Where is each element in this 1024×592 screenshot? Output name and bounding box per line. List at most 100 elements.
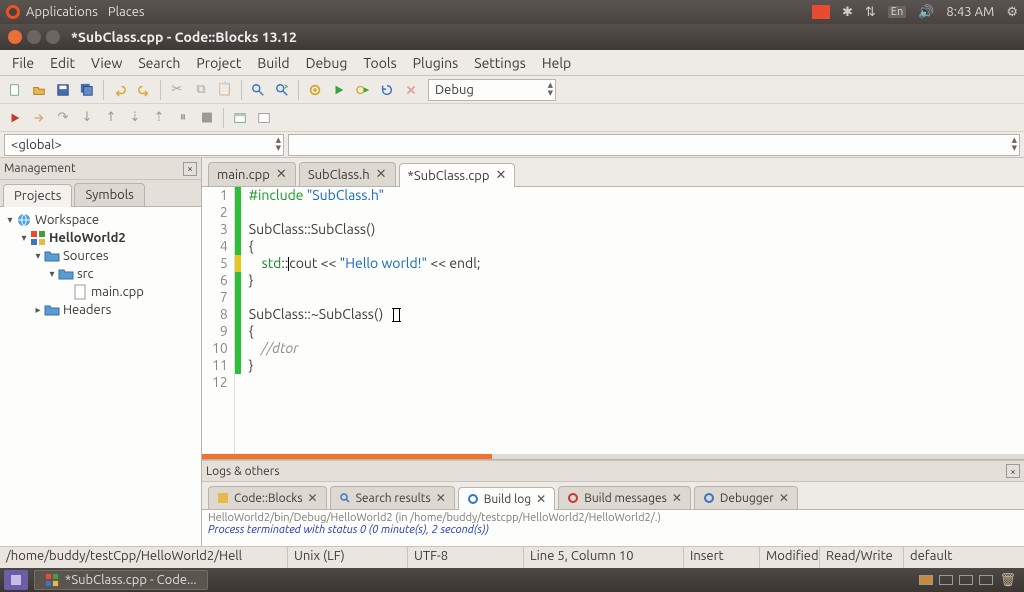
close-icon[interactable]: ✕ — [276, 167, 287, 182]
build-run-button[interactable] — [352, 79, 374, 101]
close-icon[interactable]: ✕ — [779, 491, 789, 505]
tab-subclass-h[interactable]: SubClass.h✕ — [299, 162, 396, 186]
tab-symbols[interactable]: Symbols — [74, 183, 144, 206]
stop-button[interactable]: ■ — [196, 107, 218, 129]
build-log-output[interactable]: HelloWorld2/bin/Debug/HelloWorld2 (in /h… — [202, 510, 1024, 546]
editor-hscroll[interactable] — [202, 454, 1024, 459]
scope-combo[interactable]: <global> ▲▼ — [4, 134, 284, 156]
open-button[interactable] — [28, 79, 50, 101]
info-button[interactable] — [253, 107, 275, 129]
taskbar-task[interactable]: *SubClass.cpp - Code... — [34, 570, 208, 590]
step-into-button[interactable]: ↓ — [76, 107, 98, 129]
project-icon — [30, 230, 46, 246]
break-button[interactable]: ⏸ — [172, 107, 194, 129]
debug-start-button[interactable] — [4, 107, 26, 129]
tab-main-cpp[interactable]: main.cpp✕ — [208, 162, 296, 186]
status-position: Line 5, Column 10 — [524, 547, 684, 568]
step-out-button[interactable]: ↑ — [100, 107, 122, 129]
scrollbar-thumb[interactable] — [202, 454, 492, 459]
status-bar: /home/buddy/testCpp/HelloWorld2/Hell Uni… — [0, 546, 1024, 568]
run-button[interactable] — [328, 79, 350, 101]
logtab-codeblocks[interactable]: Code::Blocks✕ — [208, 486, 327, 509]
main-toolbar: ✂ ⧉ 📋 Debug ▲▼ — [0, 76, 1024, 104]
undo-button[interactable] — [109, 79, 131, 101]
power-icon[interactable]: ⚙ — [1006, 5, 1018, 20]
paste-button[interactable]: 📋 — [214, 79, 236, 101]
build-button[interactable] — [304, 79, 326, 101]
abort-button[interactable] — [400, 79, 422, 101]
codeblocks-icon — [45, 573, 59, 587]
close-icon[interactable]: ✕ — [536, 492, 546, 506]
window-maximize-button[interactable] — [46, 30, 60, 44]
bluetooth-icon[interactable]: ✱ — [842, 5, 853, 20]
rebuild-button[interactable] — [376, 79, 398, 101]
logtab-debugger[interactable]: Debugger✕ — [694, 486, 798, 509]
menu-plugins[interactable]: Plugins — [405, 52, 467, 74]
menu-edit[interactable]: Edit — [42, 52, 83, 74]
debug-windows-button[interactable] — [229, 107, 251, 129]
menu-debug[interactable]: Debug — [298, 52, 356, 74]
folder-icon — [44, 302, 60, 318]
copy-button[interactable]: ⧉ — [190, 79, 212, 101]
system-panel: Applications Places ✱ ⇅ En 🔊 8:43 AM ⚙ — [0, 0, 1024, 24]
debug-toolbar: ↷ ↓ ↑ ⇣ ⇡ ⏸ ■ — [0, 104, 1024, 132]
file-tabs: main.cpp✕ SubClass.h✕ *SubClass.cpp✕ — [202, 158, 1024, 187]
next-line-button[interactable]: ↷ — [52, 107, 74, 129]
menu-search[interactable]: Search — [130, 52, 188, 74]
src-label: src — [77, 267, 94, 281]
logtab-buildmsg[interactable]: Build messages✕ — [558, 486, 691, 509]
trash-icon[interactable]: 🗑 — [999, 573, 1016, 588]
run-to-cursor-button[interactable] — [28, 107, 50, 129]
logtab-buildlog[interactable]: Build log✕ — [458, 487, 555, 510]
close-icon[interactable]: ✕ — [672, 491, 682, 505]
logtab-search[interactable]: Search results✕ — [330, 486, 455, 509]
code-text[interactable]: #include "SubClass.h" SubClass::SubClass… — [241, 187, 489, 454]
management-close-button[interactable]: × — [183, 162, 197, 176]
menu-help[interactable]: Help — [534, 52, 579, 74]
save-button[interactable] — [52, 79, 74, 101]
task-label: *SubClass.cpp - Code... — [65, 573, 197, 587]
tab-projects[interactable]: Projects — [3, 184, 72, 207]
close-icon[interactable]: ✕ — [436, 491, 446, 505]
close-icon[interactable]: ✕ — [376, 167, 387, 182]
indicator-icon[interactable] — [812, 5, 830, 19]
workspace-1[interactable] — [919, 575, 933, 585]
workspace-3[interactable] — [959, 575, 973, 585]
keyboard-layout[interactable]: En — [888, 6, 906, 18]
logs-title: Logs & others — [206, 465, 280, 478]
menu-view[interactable]: View — [83, 52, 130, 74]
menu-project[interactable]: Project — [188, 52, 249, 74]
logs-close-button[interactable]: × — [1006, 464, 1020, 478]
menu-build[interactable]: Build — [249, 52, 297, 74]
redo-button[interactable] — [133, 79, 155, 101]
find-button[interactable] — [247, 79, 269, 101]
editor-area: main.cpp✕ SubClass.h✕ *SubClass.cpp✕ 123… — [202, 158, 1024, 546]
new-file-button[interactable] — [4, 79, 26, 101]
window-minimize-button[interactable] — [27, 30, 41, 44]
workspace-4[interactable] — [979, 575, 993, 585]
network-icon[interactable]: ⇅ — [865, 5, 876, 20]
applications-menu[interactable]: Applications — [26, 5, 98, 19]
workspace-2[interactable] — [939, 575, 953, 585]
save-all-button[interactable] — [76, 79, 98, 101]
close-icon[interactable]: ✕ — [308, 491, 318, 505]
step-instr-button[interactable]: ⇡ — [148, 107, 170, 129]
build-target-combo[interactable]: Debug ▲▼ — [428, 79, 556, 101]
menu-tools[interactable]: Tools — [355, 52, 404, 74]
symbol-combo[interactable]: ▲▼ — [288, 134, 1020, 156]
code-editor[interactable]: 123456789101112 #include "SubClass.h" Su… — [202, 187, 1024, 454]
tab-subclass-cpp[interactable]: *SubClass.cpp✕ — [399, 163, 516, 187]
close-icon[interactable]: ✕ — [496, 168, 507, 183]
show-desktop-button[interactable] — [4, 570, 28, 590]
menu-file[interactable]: File — [4, 52, 42, 74]
next-instr-button[interactable]: ⇣ — [124, 107, 146, 129]
volume-icon[interactable]: 🔊 — [918, 5, 934, 20]
replace-button[interactable] — [271, 79, 293, 101]
clock[interactable]: 8:43 AM — [946, 5, 994, 19]
menu-settings[interactable]: Settings — [466, 52, 534, 74]
status-profile: default — [904, 547, 1024, 568]
cut-button[interactable]: ✂ — [166, 79, 188, 101]
project-tree[interactable]: ▾Workspace ▾HelloWorld2 ▾Sources ▾src ma… — [0, 207, 201, 546]
places-menu[interactable]: Places — [108, 5, 145, 19]
window-close-button[interactable] — [8, 30, 22, 44]
